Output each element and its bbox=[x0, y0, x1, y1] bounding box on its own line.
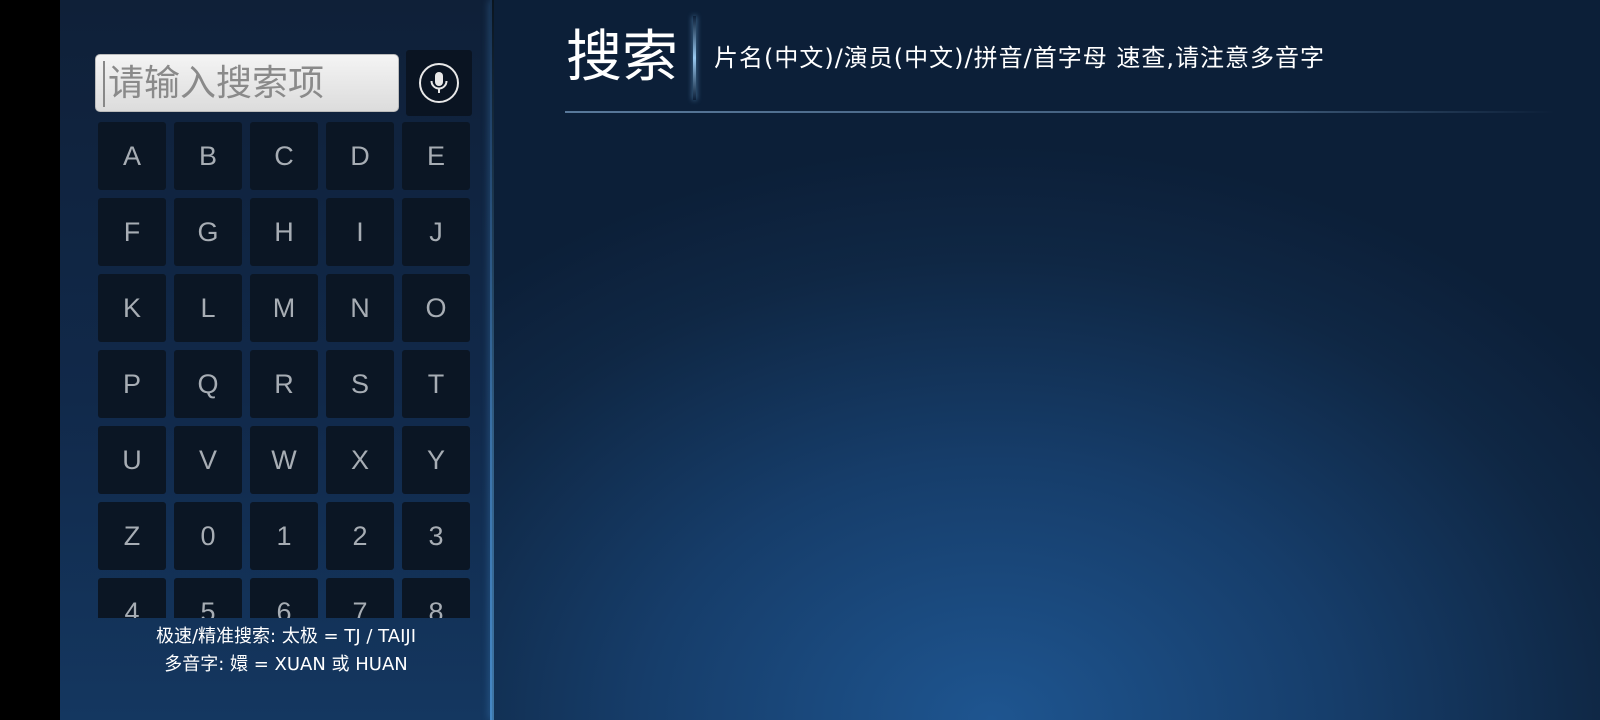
key-m[interactable]: M bbox=[250, 274, 318, 342]
key-b[interactable]: B bbox=[174, 122, 242, 190]
left-edge-bar bbox=[0, 0, 60, 720]
key-t[interactable]: T bbox=[402, 350, 470, 418]
results-area bbox=[494, 0, 1600, 720]
key-h[interactable]: H bbox=[250, 198, 318, 266]
key-q[interactable]: Q bbox=[174, 350, 242, 418]
key-u[interactable]: U bbox=[98, 426, 166, 494]
text-cursor bbox=[103, 61, 105, 107]
key-v[interactable]: V bbox=[174, 426, 242, 494]
key-j[interactable]: J bbox=[402, 198, 470, 266]
key-r[interactable]: R bbox=[250, 350, 318, 418]
key-0[interactable]: 0 bbox=[174, 502, 242, 570]
page-title: 搜索 bbox=[566, 25, 678, 90]
key-z[interactable]: Z bbox=[98, 502, 166, 570]
key-2[interactable]: 2 bbox=[326, 502, 394, 570]
key-n[interactable]: N bbox=[326, 274, 394, 342]
search-placeholder: 请输入搜索项 bbox=[108, 63, 325, 104]
key-k[interactable]: K bbox=[98, 274, 166, 342]
search-input[interactable]: 请输入搜索项 bbox=[95, 54, 399, 112]
key-x[interactable]: X bbox=[326, 426, 394, 494]
header-divider bbox=[565, 111, 1555, 113]
key-g[interactable]: G bbox=[174, 198, 242, 266]
key-i[interactable]: I bbox=[326, 198, 394, 266]
title-separator bbox=[693, 16, 696, 100]
key-c[interactable]: C bbox=[250, 122, 318, 190]
search-screen: 请输入搜索项 ABCDE FGHIJ KLMNO PQRST UVWXY Z0123 456… bbox=[0, 0, 1600, 720]
hint-fast-search: 极速/精准搜索: 太极 = TJ / TAIJI bbox=[155, 626, 417, 647]
key-e[interactable]: E bbox=[402, 122, 470, 190]
letter-keyboard[interactable]: ABCDE FGHIJ KLMNO PQRST UVWXY Z0123 45678 bbox=[98, 122, 474, 618]
key-5[interactable]: 5 bbox=[174, 578, 242, 618]
key-l[interactable]: L bbox=[174, 274, 242, 342]
microphone-icon bbox=[430, 72, 448, 93]
page-subtitle: 片名(中文)/演员(中文)/拼音/首字母 速查,请注意多音字 bbox=[714, 44, 1325, 72]
key-3[interactable]: 3 bbox=[402, 502, 470, 570]
voice-search-button[interactable] bbox=[406, 50, 472, 116]
key-y[interactable]: Y bbox=[402, 426, 470, 494]
hint-polyphonic: 多音字: 嬛 = XUAN 或 HUAN bbox=[164, 654, 408, 675]
key-f[interactable]: F bbox=[98, 198, 166, 266]
key-8[interactable]: 8 bbox=[402, 578, 470, 618]
key-4[interactable]: 4 bbox=[98, 578, 166, 618]
key-a[interactable]: A bbox=[98, 122, 166, 190]
key-1[interactable]: 1 bbox=[250, 502, 318, 570]
key-p[interactable]: P bbox=[98, 350, 166, 418]
key-o[interactable]: O bbox=[402, 274, 470, 342]
key-d[interactable]: D bbox=[326, 122, 394, 190]
key-s[interactable]: S bbox=[326, 350, 394, 418]
key-w[interactable]: W bbox=[250, 426, 318, 494]
key-6[interactable]: 6 bbox=[250, 578, 318, 618]
key-7[interactable]: 7 bbox=[326, 578, 394, 618]
